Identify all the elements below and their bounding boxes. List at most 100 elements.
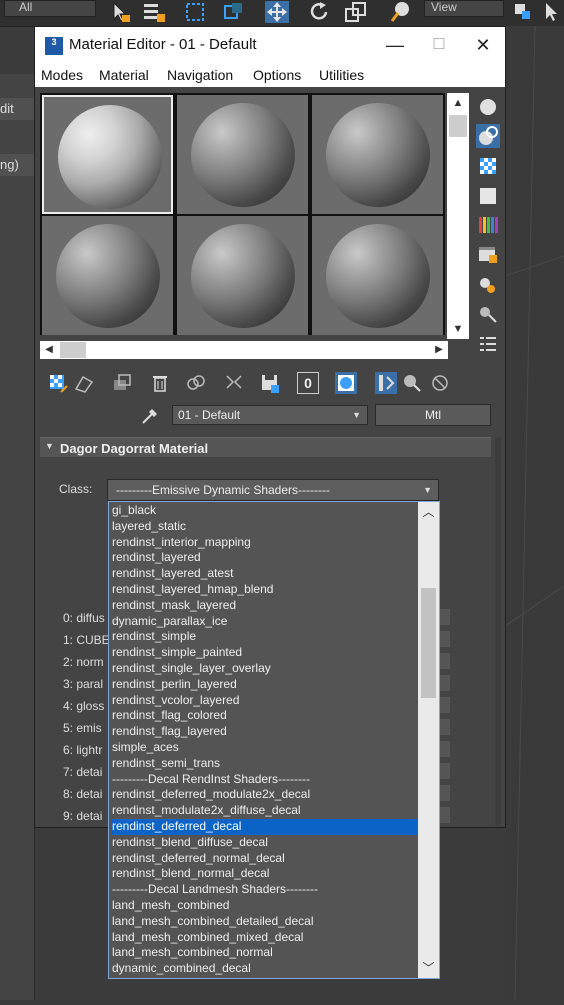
panel-scrollbar[interactable]	[495, 437, 501, 825]
texture-slot-button[interactable]	[439, 719, 450, 735]
dropdown-option[interactable]: rendinst_modulate2x_diffuse_decal	[112, 803, 417, 819]
dropdown-option[interactable]: ---------Decal Landmesh Shaders--------	[112, 882, 417, 898]
texture-slot-button[interactable]	[439, 785, 450, 801]
options-icon[interactable]	[476, 273, 500, 297]
menu-navigation[interactable]: Navigation	[167, 67, 233, 83]
dropdown-option[interactable]: land_mesh_combined_normal	[112, 945, 417, 961]
dropdown-option[interactable]: rendinst_blend_normal_decal	[112, 866, 417, 882]
class-dropdown[interactable]: ---------Emissive Dynamic Shaders-------…	[107, 479, 439, 501]
material-effects-channel-button[interactable]: 0	[297, 372, 319, 394]
select-by-material-icon[interactable]	[476, 302, 500, 326]
pick-material-eyedropper-icon[interactable]	[139, 405, 161, 427]
minimize-button[interactable]: —	[373, 27, 417, 63]
dropdown-option[interactable]: rendinst_interior_mapping	[112, 535, 417, 551]
dropdown-option[interactable]: rendinst_simple	[112, 629, 417, 645]
dropdown-option[interactable]: rendinst_blend_diffuse_decal	[112, 835, 417, 851]
dropdown-option[interactable]: dynamic_parallax_ice	[112, 614, 417, 630]
sample-slot[interactable]	[177, 95, 308, 214]
maximize-button[interactable]: ☐	[417, 27, 461, 63]
save-material-icon[interactable]	[259, 372, 281, 394]
scale-icon[interactable]	[344, 1, 368, 23]
dropdown-option[interactable]: rendinst_perlin_layered	[112, 677, 417, 693]
viewport[interactable]	[504, 25, 564, 1001]
material-name-field[interactable]: 01 - Default ▼	[172, 405, 368, 425]
material-type-button[interactable]: Mtl	[375, 404, 491, 426]
selection-filter-dropdown[interactable]: All	[4, 0, 96, 17]
pivot-center-icon[interactable]	[512, 1, 536, 23]
show-shaded-material-icon[interactable]	[335, 372, 357, 394]
menu-utilities[interactable]: Utilities	[319, 67, 364, 83]
background-checker-icon[interactable]	[476, 154, 500, 178]
delete-icon[interactable]	[149, 372, 171, 394]
dropdown-option[interactable]: layered_static	[112, 519, 417, 535]
chevron-down-icon[interactable]: ▼	[352, 406, 361, 424]
dropdown-option[interactable]: land_mesh_combined	[112, 898, 417, 914]
dropdown-option[interactable]: rendinst_semi_trans	[112, 756, 417, 772]
menu-material[interactable]: Material	[99, 67, 149, 83]
video-color-check-icon[interactable]	[476, 213, 500, 237]
reference-coordinate-dropdown[interactable]: View	[424, 0, 504, 17]
texture-slot-button[interactable]	[439, 697, 450, 713]
dropdown-option[interactable]: ---------Decal RendInst Shaders--------	[112, 772, 417, 788]
texture-slot-button[interactable]	[439, 741, 450, 757]
make-preview-icon[interactable]	[476, 243, 500, 267]
dropdown-option[interactable]: rendinst_single_layer_overlay	[112, 661, 417, 677]
texture-slot-button[interactable]	[439, 675, 450, 691]
put-material-to-scene-icon[interactable]	[73, 372, 95, 394]
dropdown-scrollbar[interactable]: ︿ ﹀	[418, 502, 439, 978]
scroll-thumb[interactable]	[60, 342, 86, 358]
dropdown-option[interactable]: simple_aces	[112, 740, 417, 756]
dropdown-option[interactable]: rendinst_mask_layered	[112, 598, 417, 614]
move-icon[interactable]	[265, 1, 289, 23]
dropdown-option[interactable]: land_mesh_combined_mixed_decal	[112, 930, 417, 946]
sample-slot[interactable]	[42, 95, 173, 214]
placement-icon[interactable]	[388, 1, 412, 23]
chevron-up-icon[interactable]: ▲	[447, 93, 469, 113]
texture-slot-button[interactable]	[439, 807, 450, 823]
menu-modes[interactable]: Modes	[41, 67, 83, 83]
backlight-icon[interactable]	[476, 124, 500, 148]
scroll-thumb[interactable]	[449, 115, 467, 137]
select-manipulate-icon[interactable]	[540, 1, 564, 23]
dropdown-option[interactable]: land_mesh_combined_detailed_decal	[112, 914, 417, 930]
dropdown-option[interactable]: rendinst_simple_painted	[112, 645, 417, 661]
dropdown-option[interactable]: rendinst_deferred_modulate2x_decal	[112, 787, 417, 803]
window-crossing-icon[interactable]	[222, 1, 246, 23]
rectangle-selection-icon[interactable]	[184, 1, 208, 23]
select-object-icon[interactable]	[108, 1, 132, 23]
dropdown-option[interactable]: dynamic_combined_decal	[112, 961, 417, 977]
menu-options[interactable]: Options	[253, 67, 301, 83]
go-to-parent-icon[interactable]	[401, 372, 423, 394]
chevron-right-icon[interactable]: ▶	[430, 341, 448, 359]
sample-slot[interactable]	[42, 216, 173, 335]
chevron-down-icon[interactable]: ﹀	[418, 958, 439, 978]
title-bar[interactable]: 3 Material Editor - 01 - Default — ☐ ✕	[35, 27, 505, 63]
dropdown-option[interactable]: rendinst_flag_colored	[112, 708, 417, 724]
dropdown-option[interactable]: rendinst_deferred_normal_decal	[112, 851, 417, 867]
texture-slot-button[interactable]	[439, 609, 450, 625]
edit-tab-fragment[interactable]: dit	[0, 98, 34, 120]
make-unique-icon[interactable]	[185, 372, 207, 394]
dropdown-option[interactable]: gi_black	[112, 503, 417, 519]
dropdown-option[interactable]: rendinst_layered	[112, 550, 417, 566]
show-end-result-icon[interactable]	[375, 372, 397, 394]
dropdown-option[interactable]: rendinst_layered_atest	[112, 566, 417, 582]
rollout-header[interactable]: ▼ Dagor Dagorrat Material	[40, 437, 491, 458]
texture-slot-button[interactable]	[439, 763, 450, 779]
sample-uv-tiling-icon[interactable]	[476, 184, 500, 208]
chevron-down-icon[interactable]: ▼	[447, 319, 469, 339]
texture-slot-button[interactable]	[439, 631, 450, 647]
sample-slot[interactable]	[312, 216, 443, 335]
get-material-icon[interactable]	[47, 372, 69, 394]
go-forward-to-sibling-icon[interactable]	[429, 372, 451, 394]
sample-slot[interactable]	[177, 216, 308, 335]
class-dropdown-list[interactable]: gi_black layered_static rendinst_interior_…	[108, 501, 440, 979]
dropdown-option[interactable]: rendinst_vcolor_layered	[112, 693, 417, 709]
sample-type-sphere-icon[interactable]	[476, 95, 500, 119]
dropdown-option[interactable]: rendinst_flag_layered	[112, 724, 417, 740]
chevron-left-icon[interactable]: ◀	[40, 341, 58, 359]
dropdown-option[interactable]: rendinst_layered_hmap_blend	[112, 582, 417, 598]
assign-material-icon[interactable]	[111, 372, 133, 394]
dropdown-option[interactable]: rendinst_deferred_decal	[112, 819, 417, 835]
select-by-name-icon[interactable]	[142, 1, 166, 23]
